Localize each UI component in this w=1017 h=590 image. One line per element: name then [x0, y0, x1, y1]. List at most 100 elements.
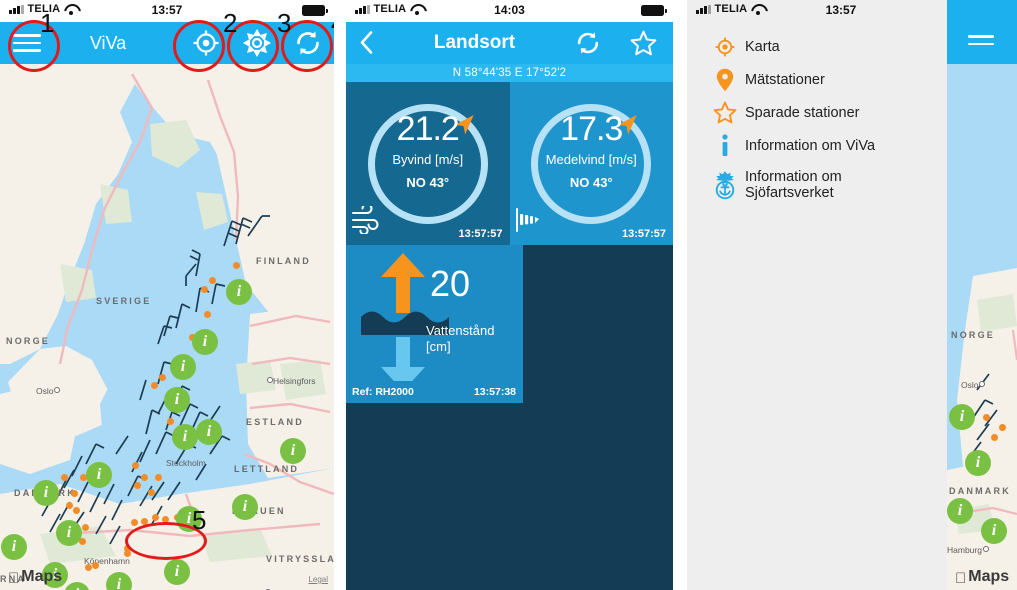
station-dot[interactable]: [131, 519, 138, 526]
wind-gauges: 21.2 Byvind [m/s] NO 43° 13:57:57 17.3 M…: [346, 82, 673, 245]
city-label: Helsingfors: [266, 376, 316, 386]
gauge-direction: NO 43°: [569, 175, 613, 190]
station-dot[interactable]: [159, 374, 166, 381]
station-dot[interactable]: [999, 424, 1006, 431]
star-outline-icon: [705, 101, 745, 124]
legal-link[interactable]: Legal: [308, 575, 328, 584]
station-info-pin[interactable]: i: [981, 518, 1007, 544]
station-info-pin[interactable]: i: [1, 534, 27, 560]
station-info-pin[interactable]: i: [56, 520, 82, 546]
station-dot[interactable]: [73, 507, 80, 514]
water-level-reference: Ref: RH2000: [352, 386, 414, 398]
station-info-pin[interactable]: i: [164, 387, 190, 413]
station-info-pin[interactable]: i: [226, 279, 252, 305]
country-label: NORGE: [951, 330, 996, 340]
menu-item-information-om-sjofartsverket[interactable]: Information om Sjöfartsverket: [687, 162, 947, 208]
country-label: VITRYSSLA: [266, 554, 334, 564]
station-dot[interactable]: [167, 418, 174, 425]
menu-item-matstationer[interactable]: Mätstationer: [687, 63, 947, 96]
country-label: LETTLAND: [234, 464, 300, 474]
station-dot[interactable]: [141, 474, 148, 481]
windsock-icon: [514, 206, 548, 239]
map-canvas[interactable]: FINLAND SVERIGE NORGE ESTLAND LETTLAND L…: [0, 64, 334, 590]
side-menu-drawer: TELIA 13:57 Karta Mätstationer Sparade s…: [687, 0, 947, 590]
arrow-down-icon: [381, 337, 425, 381]
station-info-pin[interactable]: i: [949, 404, 975, 430]
water-level-value: 20: [430, 263, 471, 304]
country-label: SVERIGE: [96, 296, 152, 306]
city-label: Oslo: [36, 386, 61, 396]
annotation-number-4: 4: [331, 8, 334, 39]
gauge-value: 17.3: [560, 110, 623, 148]
screenshot-panel-station-detail: TELIA 14:03 Landsort N 58°44'35 E 17°52'…: [346, 0, 673, 590]
country-label: DANMARK: [949, 486, 1011, 496]
station-dot[interactable]: [92, 562, 99, 569]
station-info-pin[interactable]: i: [192, 329, 218, 355]
gauge-timestamp: 13:57:57: [458, 228, 503, 240]
annotation-number-5: 5: [192, 505, 207, 535]
station-detail-body: 21.2 Byvind [m/s] NO 43° 13:57:57 17.3 M…: [346, 82, 673, 590]
menu-item-label: Mätstationer: [745, 71, 825, 88]
station-info-pin[interactable]: i: [965, 450, 991, 476]
station-info-pin[interactable]: i: [280, 438, 306, 464]
gauge-label: Medelvind [m/s]: [545, 152, 637, 167]
annotation-circle-2: [173, 20, 225, 72]
city-label: Oslo: [961, 380, 986, 390]
station-dot[interactable]: [134, 482, 141, 489]
station-info-pin[interactable]: i: [947, 498, 973, 524]
station-dot[interactable]: [991, 434, 998, 441]
station-dot[interactable]: [148, 489, 155, 496]
menu-item-information-om-viva[interactable]: Information om ViVa: [687, 129, 947, 162]
station-info-pin[interactable]: i: [232, 494, 258, 520]
city-label: Stockholm: [166, 458, 206, 468]
city-label: Hamburg: [947, 545, 989, 555]
gauge-medelvind[interactable]: 17.3 Medelvind [m/s] NO 43° 13:57:57: [509, 82, 673, 245]
station-dot[interactable]: [61, 474, 68, 481]
station-dot[interactable]: [152, 514, 159, 521]
crowned-anchor-icon: [705, 170, 745, 200]
water-level-timestamp: 13:57:38: [473, 386, 516, 398]
menu-item-label: Karta: [745, 38, 780, 55]
station-dot[interactable]: [204, 311, 211, 318]
battery-icon: [302, 5, 328, 16]
menu-item-karta[interactable]: Karta: [687, 30, 947, 63]
menu-list: Karta Mätstationer Sparade stationer Inf…: [687, 30, 947, 208]
status-bar: TELIA 13:57: [687, 0, 947, 22]
gauge-timestamp: 13:57:57: [621, 228, 666, 240]
station-dot[interactable]: [201, 286, 208, 293]
station-dot[interactable]: [233, 262, 240, 269]
drawer-topbar: [947, 0, 1017, 64]
station-info-pin[interactable]: i: [164, 559, 190, 585]
annotation-number-1: 1: [40, 8, 55, 38]
water-level-card[interactable]: 20 Vattenstånd [cm] Ref: RH2000 13:57:38: [346, 245, 523, 403]
status-bar: TELIA 14:03: [346, 0, 673, 22]
station-info-pin[interactable]: i: [33, 480, 59, 506]
star-outline-icon[interactable]: [630, 30, 657, 61]
station-info-pin[interactable]: i: [172, 424, 198, 450]
screenshot-panel-menu-drawer: NORGE DANMARK Oslo Hamburg i i i i Maps: [687, 0, 1017, 590]
station-dot[interactable]: [151, 382, 158, 389]
country-label: NORGE: [6, 336, 51, 346]
station-dot[interactable]: [85, 564, 92, 571]
station-dot[interactable]: [155, 474, 162, 481]
station-dot[interactable]: [983, 414, 990, 421]
station-info-pin[interactable]: i: [86, 462, 112, 488]
hamburger-icon[interactable]: [968, 29, 994, 51]
station-dot[interactable]: [209, 277, 216, 284]
water-level-label: Vattenstånd [cm]: [426, 323, 495, 354]
menu-item-sparade-stationer[interactable]: Sparade stationer: [687, 96, 947, 129]
map-pin-icon: [705, 68, 745, 92]
station-info-pin[interactable]: i: [196, 419, 222, 445]
gauge-byvind[interactable]: 21.2 Byvind [m/s] NO 43° 13:57:57: [346, 82, 510, 245]
arrow-up-icon: [381, 253, 425, 313]
gauge-value: 21.2: [396, 110, 460, 148]
apple-logo-icon: : [8, 571, 19, 586]
refresh-icon[interactable]: [575, 30, 601, 61]
apple-maps-attribution: Maps: [955, 568, 1009, 586]
background-map[interactable]: NORGE DANMARK Oslo Hamburg i i i i Maps: [947, 0, 1017, 590]
station-dot[interactable]: [132, 462, 139, 469]
station-dot[interactable]: [82, 524, 89, 531]
station-dot[interactable]: [71, 490, 78, 497]
station-info-pin[interactable]: i: [170, 354, 196, 380]
station-dot[interactable]: [66, 502, 73, 509]
